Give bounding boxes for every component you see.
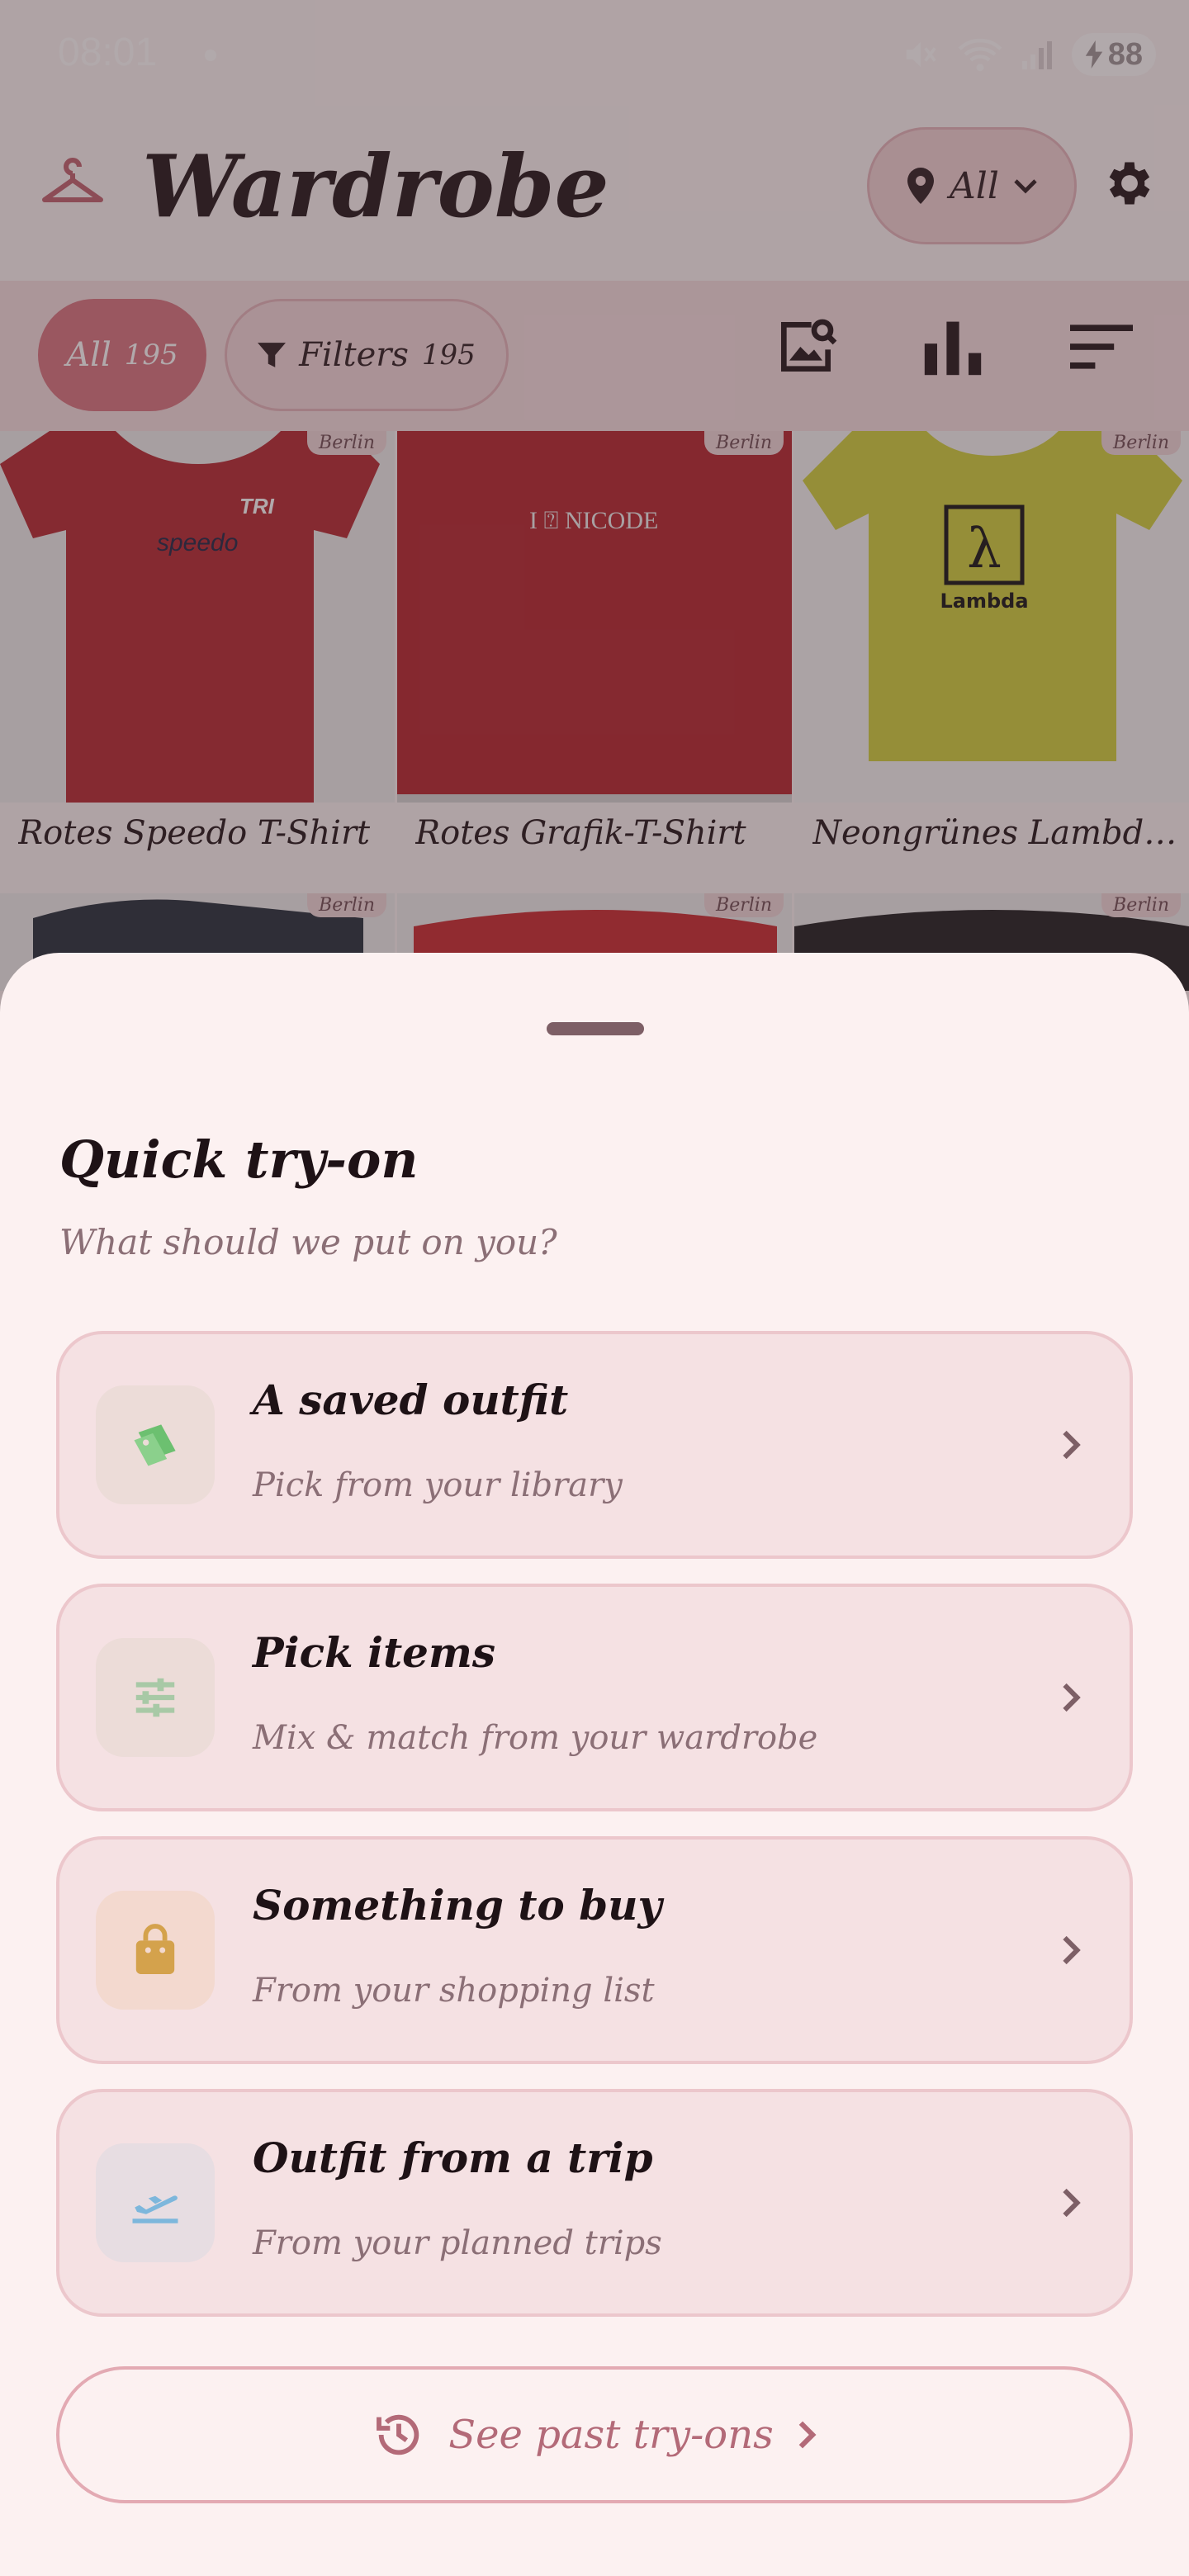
option-title: Outfit from a trip <box>253 2133 653 2182</box>
pick-items-option[interactable]: Pick items Mix & match from your wardrob… <box>56 1584 1133 1811</box>
see-past-try-ons-label: See past try-ons <box>448 2412 774 2458</box>
something-to-buy-option[interactable]: Something to buy From your shopping list <box>56 1836 1133 2064</box>
option-title: A saved outfit <box>253 1376 569 1424</box>
quick-try-on-sheet: Quick try-on What should we put on you? … <box>0 953 1189 2576</box>
option-icon-tile <box>96 2143 215 2262</box>
option-subtitle: Pick from your library <box>253 1466 623 1504</box>
trip-outfit-option[interactable]: Outfit from a trip From your planned tri… <box>56 2089 1133 2317</box>
chevron-right-icon <box>1063 1430 1081 1460</box>
shopping-bag-icon <box>135 1924 175 1974</box>
sliders-icon <box>135 1678 175 1717</box>
chevron-right-icon <box>798 2421 817 2449</box>
option-icon-tile <box>96 1385 215 1504</box>
airplane-icon <box>132 2195 178 2223</box>
chevron-right-icon <box>1063 1683 1081 1712</box>
sheet-title: Quick try-on <box>59 1129 419 1190</box>
chevron-right-icon <box>1063 1935 1081 1965</box>
drag-handle[interactable] <box>547 1022 644 1035</box>
option-subtitle: From your shopping list <box>253 1972 655 2010</box>
see-past-try-ons-button[interactable]: See past try-ons <box>56 2366 1133 2503</box>
tag-icon <box>134 1424 176 1466</box>
option-icon-tile <box>96 1638 215 1757</box>
chevron-right-icon <box>1063 2188 1081 2218</box>
option-subtitle: From your planned trips <box>253 2224 662 2262</box>
history-icon <box>377 2414 419 2455</box>
saved-outfit-option[interactable]: A saved outfit Pick from your library <box>56 1331 1133 1559</box>
option-title: Pick items <box>253 1628 496 1677</box>
option-icon-tile <box>96 1891 215 2010</box>
option-subtitle: Mix & match from your wardrobe <box>253 1719 818 1757</box>
option-title: Something to buy <box>253 1881 662 1930</box>
sheet-subtitle: What should we put on you? <box>59 1222 557 1262</box>
